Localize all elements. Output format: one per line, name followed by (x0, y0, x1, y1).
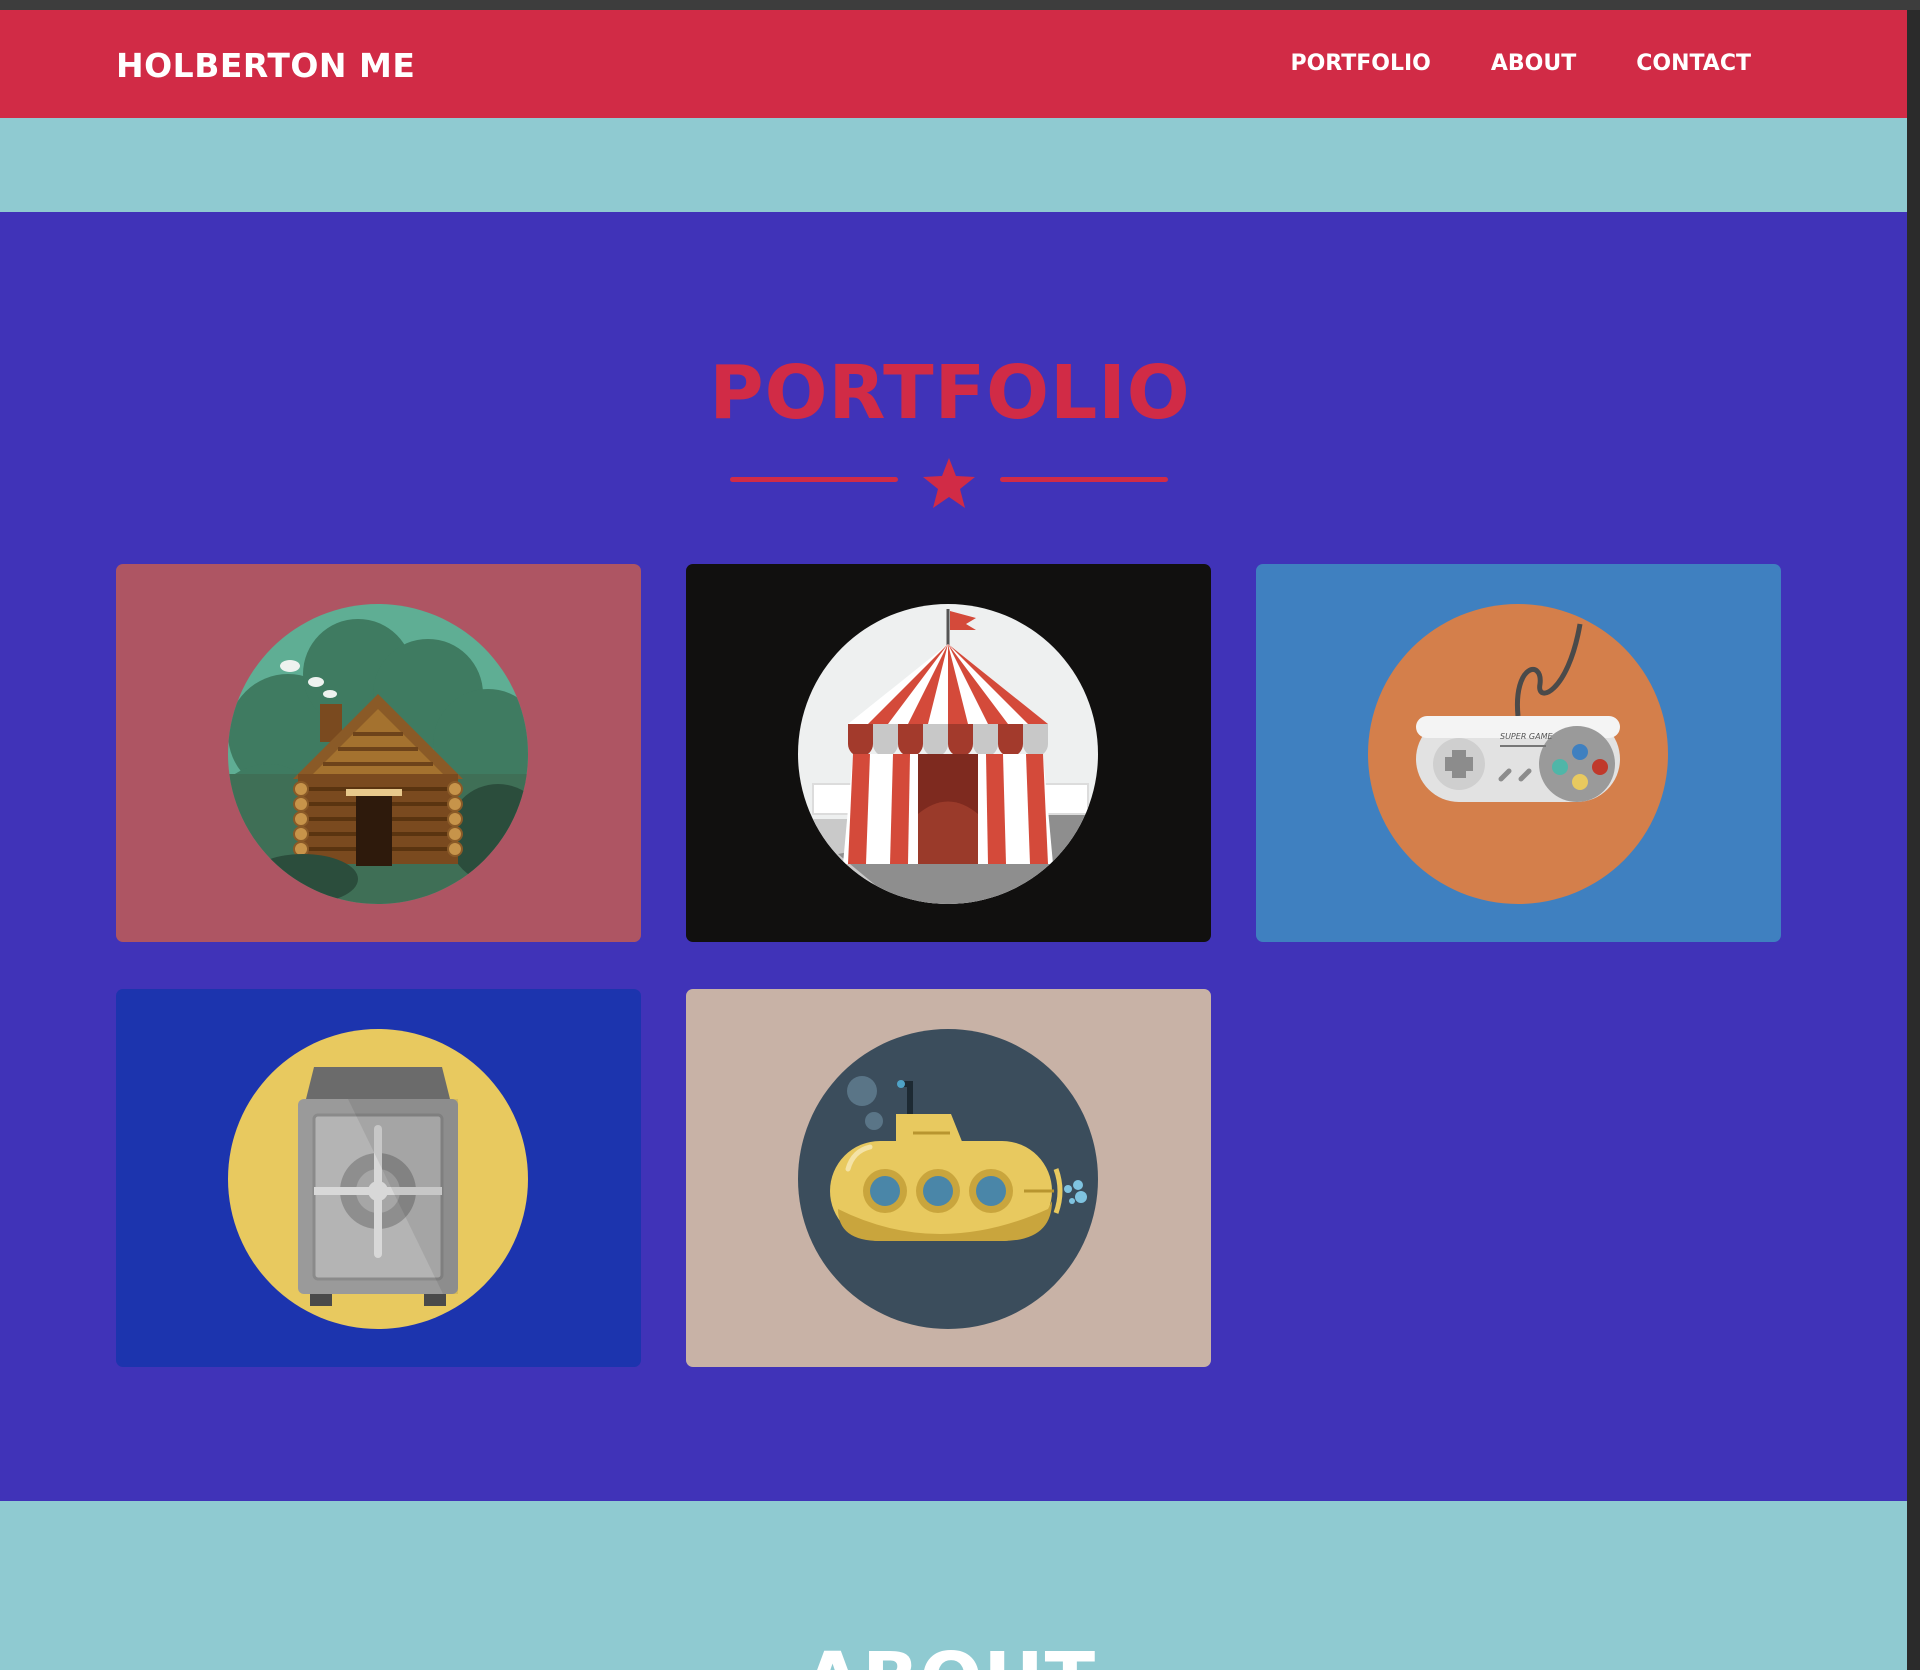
portfolio-item-circus[interactable] (686, 564, 1211, 942)
brand-logo[interactable]: HOLBERTON ME (116, 46, 415, 85)
svg-text:SUPER GAME: SUPER GAME (1500, 732, 1553, 741)
page: HOLBERTON ME PORTFOLIO ABOUT CONTACT POR… (0, 10, 1907, 1670)
navbar: HOLBERTON ME PORTFOLIO ABOUT CONTACT (0, 10, 1907, 118)
nav-link-portfolio[interactable]: PORTFOLIO (1290, 51, 1430, 76)
portfolio-item-safe[interactable] (116, 989, 641, 1367)
portfolio-item-cabin[interactable] (116, 564, 641, 942)
portfolio-item-submarine[interactable] (686, 989, 1211, 1367)
scrollbar[interactable] (1907, 10, 1920, 1670)
portfolio-title: PORTFOLIO (709, 350, 1191, 436)
nav-link-about[interactable]: ABOUT (1491, 51, 1576, 76)
circus-tent-icon (798, 604, 1098, 904)
about-title: ABOUT (0, 1637, 1900, 1670)
nav-links: PORTFOLIO ABOUT CONTACT (1290, 51, 1751, 76)
game-controller-icon: SUPER GAME (1368, 604, 1668, 904)
safe-icon (228, 1029, 528, 1329)
nav-link-contact[interactable]: CONTACT (1636, 51, 1751, 76)
portfolio-section: PORTFOLIO SUPER GAME (0, 212, 1907, 1501)
portfolio-item-controller[interactable]: SUPER GAME (1256, 564, 1781, 942)
cabin-icon (228, 604, 528, 904)
submarine-icon (798, 1029, 1098, 1329)
divider-line-right (1000, 477, 1168, 482)
divider-line-left (730, 477, 898, 482)
star-icon (923, 458, 975, 508)
